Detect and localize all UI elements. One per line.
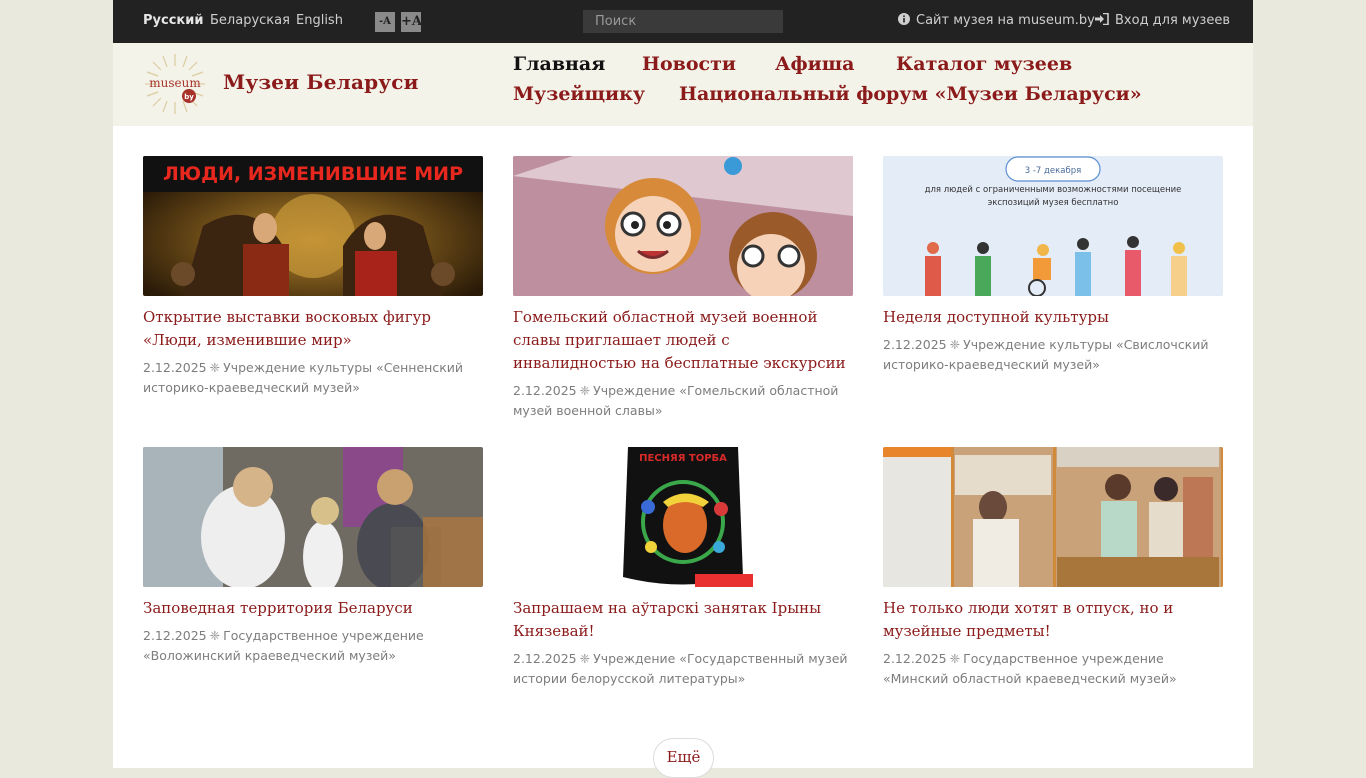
news-thumbnail[interactable]: 3 -7 декабря для людей с ограниченными в… xyxy=(883,156,1223,296)
accessible-culture-image: 3 -7 декабря для людей с ограниченными в… xyxy=(883,156,1223,296)
sign-in-icon xyxy=(1095,13,1109,25)
news-date: 2.12.2025 xyxy=(143,628,207,643)
news-meta: 2.12.2025 ❈ Государственное учреждение «Во… xyxy=(143,626,483,666)
search-input[interactable] xyxy=(583,10,783,33)
author-workshop-image: ПЕСНЯЯ ТОРБА xyxy=(513,447,853,587)
separator-icon: ❈ xyxy=(209,628,221,643)
info-icon xyxy=(898,13,910,25)
cartoon-kids-image xyxy=(513,156,853,296)
logo-badge: by xyxy=(184,93,194,101)
site-title[interactable]: Музеи Беларуси xyxy=(223,70,419,94)
nav-for-museum-workers[interactable]: Музейщику xyxy=(513,83,645,105)
news-title[interactable]: Заповедная территория Беларуси xyxy=(143,597,483,620)
separator-icon: ❈ xyxy=(949,651,961,666)
image-text: для людей с ограниченными возможностями … xyxy=(924,185,1182,208)
separator-icon: ❈ xyxy=(579,651,591,666)
news-title[interactable]: Неделя доступной культуры xyxy=(883,306,1223,329)
separator-icon: ❈ xyxy=(949,337,961,352)
news-card: ПЕСНЯЯ ТОРБА Запрашаем на аўтарскі занят… xyxy=(513,447,853,689)
nav-national-forum[interactable]: Национальный форум «Музеи Беларуси» xyxy=(679,83,1142,105)
news-title[interactable]: Открытие выставки восковых фигур «Люди, … xyxy=(143,306,483,352)
museum-login-label: Вход для музеев xyxy=(1115,13,1231,28)
font-larger-button[interactable]: +A xyxy=(401,12,422,32)
nav-museum-catalog[interactable]: Каталог музеев xyxy=(896,53,1072,75)
top-bar: Русский Беларуская English -A +A Сайт му… xyxy=(113,0,1253,43)
news-meta: 2.12.2025 ❈ Учреждение культуры «Свислочск… xyxy=(883,335,1223,375)
news-meta: 2.12.2025 ❈ Государственное учреждение «Ми… xyxy=(883,649,1223,689)
lang-belarusian[interactable]: Беларуская xyxy=(210,13,290,28)
logo-text: museum xyxy=(149,76,201,90)
children-museum-visit-image xyxy=(143,447,483,587)
nav-home[interactable]: Главная xyxy=(513,53,605,75)
news-thumbnail[interactable]: ПЕСНЯЯ ТОРБА xyxy=(513,447,853,587)
news-card: 3 -7 декабря для людей с ограниченными в… xyxy=(883,156,1223,375)
museum-login-link[interactable]: Вход для музеев xyxy=(1095,13,1230,28)
separator-icon: ❈ xyxy=(579,383,591,398)
load-more-button[interactable]: Ещё xyxy=(653,738,714,778)
nav-news[interactable]: Новости xyxy=(642,53,736,75)
page-container: Русский Беларуская English -A +A Сайт му… xyxy=(113,0,1253,778)
news-title[interactable]: Гомельский областной музей военной славы… xyxy=(513,306,853,375)
wax-figures-image: ЛЮДИ, ИЗМЕНИВШИЕ МИР xyxy=(143,156,483,296)
image-caption: ЛЮДИ, ИЗМЕНИВШИЕ МИР xyxy=(163,163,463,185)
news-thumbnail[interactable] xyxy=(143,447,483,587)
news-card: ЛЮДИ, ИЗМЕНИВШИЕ МИР Открытие выставки в… xyxy=(143,156,483,398)
separator-icon: ❈ xyxy=(209,360,221,375)
news-card: Гомельский областной музей военной славы… xyxy=(513,156,853,421)
news-meta: 2.12.2025 ❈ Учреждение культуры «Сенненски… xyxy=(143,358,483,398)
news-title[interactable]: Не только люди хотят в отпуск, но и музе… xyxy=(883,597,1223,643)
nav-events[interactable]: Афиша xyxy=(775,53,854,75)
news-thumbnail[interactable] xyxy=(883,447,1223,587)
font-smaller-button[interactable]: -A xyxy=(375,12,395,32)
news-thumbnail[interactable]: ЛЮДИ, ИЗМЕНИВШИЕ МИР xyxy=(143,156,483,296)
news-date: 2.12.2025 xyxy=(883,337,947,352)
image-caption: 3 -7 декабря xyxy=(1025,166,1082,176)
news-date: 2.12.2025 xyxy=(143,360,207,375)
news-date: 2.12.2025 xyxy=(513,651,577,666)
image-caption: ПЕСНЯЯ ТОРБА xyxy=(639,453,727,464)
museum-logo[interactable]: museum by xyxy=(143,52,207,116)
news-card: Заповедная территория Беларуси 2.12.2025… xyxy=(143,447,483,666)
news-title[interactable]: Запрашаем на аўтарскі занятак Ірыны Княз… xyxy=(513,597,853,643)
news-date: 2.12.2025 xyxy=(513,383,577,398)
news-date: 2.12.2025 xyxy=(883,651,947,666)
news-meta: 2.12.2025 ❈ Учреждение «Государственный му… xyxy=(513,649,853,689)
museum-site-label: Сайт музея на museum.by xyxy=(916,13,1095,28)
museum-site-link[interactable]: Сайт музея на museum.by xyxy=(898,13,1095,28)
news-meta: 2.12.2025 ❈ Учреждение «Гомельский областн… xyxy=(513,381,853,421)
museum-items-image xyxy=(883,447,1223,587)
lang-russian[interactable]: Русский xyxy=(143,13,203,28)
news-card: Не только люди хотят в отпуск, но и музе… xyxy=(883,447,1223,689)
lang-english[interactable]: English xyxy=(296,13,343,28)
news-thumbnail[interactable] xyxy=(513,156,853,296)
site-header: museum by Музеи Беларуси Главная Новости… xyxy=(113,43,1253,126)
